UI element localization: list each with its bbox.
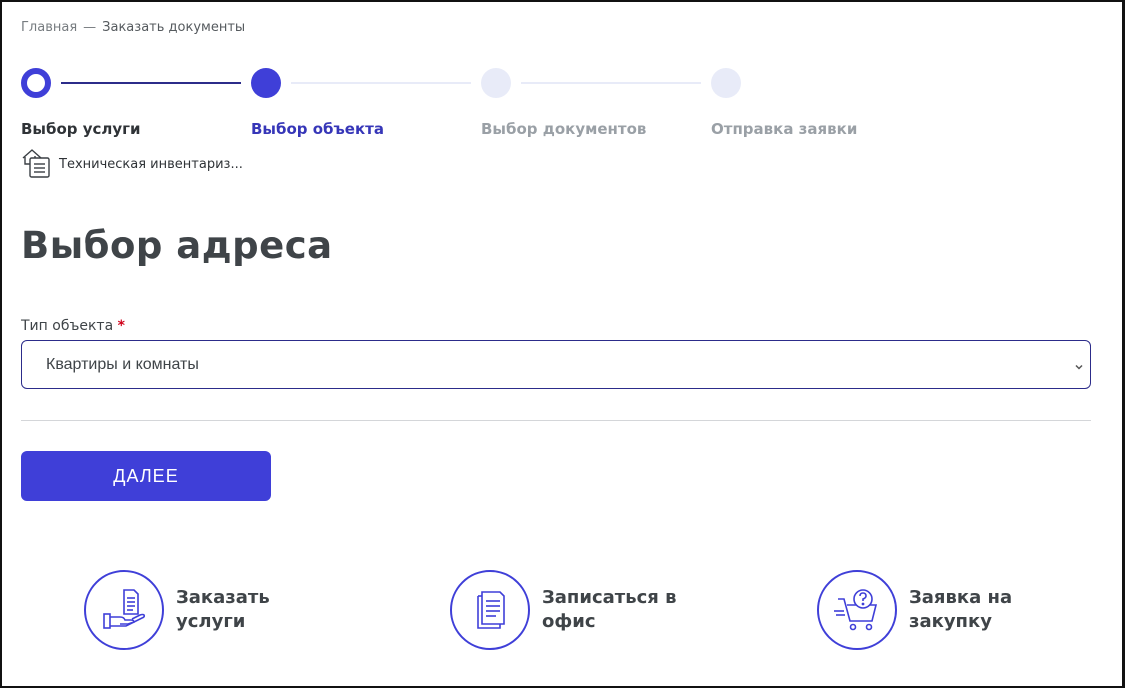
- purchase-request-line2: закупку: [909, 611, 992, 632]
- object-type-label: Тип объекта *: [21, 318, 125, 334]
- hand-document-icon: [84, 570, 164, 650]
- step-4-label: Отправка заявки: [711, 120, 858, 138]
- chevron-down-icon: [1074, 359, 1084, 377]
- step-connector-1: [61, 82, 241, 84]
- object-type-label-text: Тип объекта: [21, 318, 114, 334]
- step-4-indicator: [711, 68, 741, 98]
- breadcrumb-home-link[interactable]: Главная: [21, 20, 77, 35]
- purchase-request-line1: Заявка на: [909, 587, 1013, 608]
- order-services-label: Заказать услуги: [176, 586, 296, 634]
- office-appointment-label: Записаться в офис: [542, 586, 682, 634]
- office-appointment-line2: офис: [542, 611, 596, 632]
- object-type-selected-value: Квартиры и комнаты: [46, 355, 199, 373]
- selected-service: Техническая инвентариз...: [21, 146, 243, 182]
- office-appointment-line1: Записаться в: [542, 587, 677, 608]
- order-services-action[interactable]: Заказать услуги: [84, 570, 296, 650]
- purchase-request-action[interactable]: Заявка на закупку: [817, 570, 1029, 650]
- next-button[interactable]: ДАЛЕЕ: [21, 451, 271, 501]
- house-document-icon: [21, 146, 51, 182]
- section-divider: [21, 420, 1091, 421]
- step-2-indicator: [251, 68, 281, 98]
- breadcrumb-separator: —: [83, 20, 97, 35]
- required-mark: *: [117, 318, 125, 334]
- step-1-indicator[interactable]: [21, 68, 51, 98]
- order-services-line2: услуги: [176, 611, 246, 632]
- page-title: Выбор адреса: [21, 224, 333, 267]
- step-3-label: Выбор документов: [481, 120, 647, 138]
- progress-stepper: [21, 68, 881, 100]
- step-connector-3: [521, 82, 701, 84]
- breadcrumb-current: Заказать документы: [102, 20, 246, 35]
- breadcrumb: Главная — Заказать документы: [21, 20, 245, 35]
- step-connector-2: [291, 82, 471, 84]
- documents-icon: [450, 570, 530, 650]
- step-3-indicator: [481, 68, 511, 98]
- office-appointment-action[interactable]: Записаться в офис: [450, 570, 682, 650]
- step-2-label: Выбор объекта: [251, 120, 384, 138]
- cart-question-icon: [817, 570, 897, 650]
- selected-service-name: Техническая инвентариз...: [59, 156, 243, 172]
- order-services-line1: Заказать: [176, 587, 270, 608]
- step-1-label[interactable]: Выбор услуги: [21, 120, 141, 138]
- object-type-select[interactable]: Квартиры и комнаты: [21, 340, 1091, 389]
- purchase-request-label: Заявка на закупку: [909, 586, 1029, 634]
